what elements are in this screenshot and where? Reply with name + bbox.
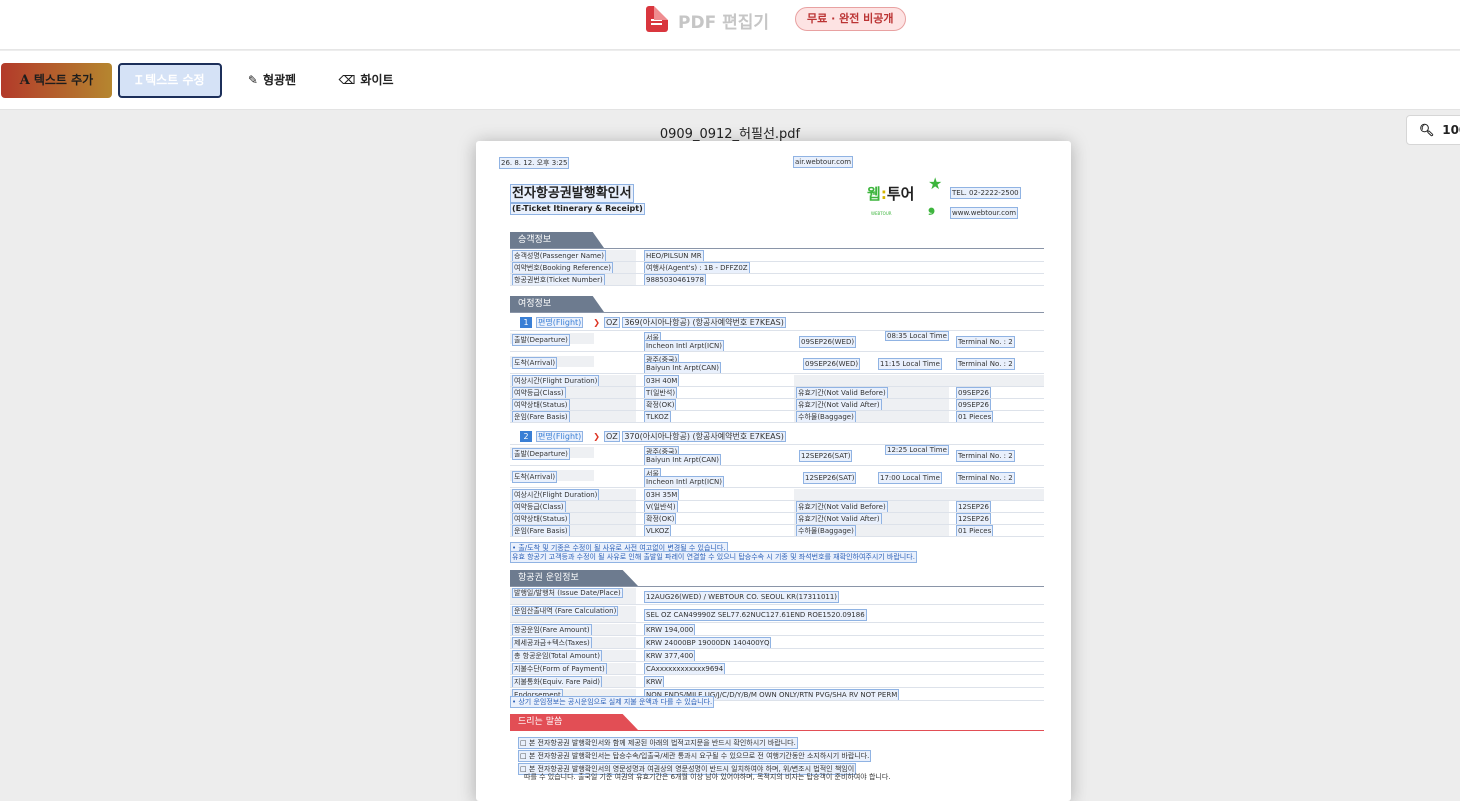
site-url[interactable]: air.webtour.com [793,156,854,168]
row-divider [510,674,1044,675]
brand-logo: 웹:투어 [867,185,915,203]
row-divider [510,661,1044,662]
fare-value[interactable]: SEL OZ CAN49990Z SEL77.62NUC127.61END RO… [644,609,867,621]
departure-label[interactable]: 출발(Departure) [512,448,570,460]
arrival-date[interactable]: 12SEP26(SAT) [803,472,857,484]
airline-code[interactable]: OZ [604,431,620,442]
flight-rule [510,444,1044,445]
notice-2[interactable]: □ 본 전자항공권 발행확인서는 탑승수속/입출국/세관 통과시 요구될 수 있… [518,750,872,762]
airline-icon: ❯ [593,432,600,441]
row-divider [510,373,1044,374]
website[interactable]: www.webtour.com [950,207,1019,219]
row-divider [510,622,1044,623]
label-cell [794,489,1044,500]
privacy-badge: 무료 · 완전 비공개 [795,7,906,31]
arrival-time[interactable]: 17:00 Local Time [878,472,942,484]
flight-info[interactable]: 369(아시아나항공) (항공사예약번호 E7KEAS) [622,317,786,328]
arrival-label[interactable]: 도착(Arrival) [512,357,558,369]
brand-sub: WEBTOUR [871,211,892,216]
eraser-icon: ⌫ [338,73,356,87]
section-itinerary: 여정정보 [510,296,604,312]
brand-dot-icon: ❟ [928,195,936,216]
section-passenger: 승객정보 [510,232,604,248]
pdf-file-icon [646,6,668,32]
row-divider [510,648,1044,649]
arrival-date[interactable]: 09SEP26(WED) [803,358,861,370]
section-notice: 드리는 말씀 [510,714,638,730]
airline-code[interactable]: OZ [604,317,620,328]
departure-date[interactable]: 09SEP26(WED) [799,336,857,348]
flight-head[interactable]: 편명(Flight) [536,317,584,328]
highlighter-button[interactable]: ✎ 형광펜 [232,63,312,98]
app-header: PDF 편집기 무료 · 완전 비공개 [0,0,1460,50]
arrival-terminal[interactable]: Terminal No. : 2 [956,358,1015,370]
departure-date[interactable]: 12SEP26(SAT) [799,450,853,462]
itinerary-note-2[interactable]: 유효 항공기 고객등과 수정이 될 사유로 인해 출발일 파레이 연결할 수 있… [510,551,917,563]
zoom-icon: 🔍︎ [1419,123,1435,137]
flight-header: 1 편명(Flight) ❯ OZ 369(아시아나항공) (항공사예약번호 E7KE… [520,317,786,328]
row-divider [510,604,1044,605]
flight-info[interactable]: 370(아시아나항공) (항공사예약번호 E7KEAS) [622,431,786,442]
row-divider [510,487,1044,488]
arrival-label[interactable]: 도착(Arrival) [512,471,558,483]
star-icon: ★ [928,174,943,193]
file-name: 0909_0912_허필선.pdf [659,127,801,142]
doc-subtitle[interactable]: (E-Ticket Itinerary & Receipt) [510,203,645,215]
whiteout-button[interactable]: ⌫ 화이트 [328,63,404,98]
row-divider [510,687,1044,688]
flight-head[interactable]: 편명(Flight) [536,431,584,442]
departure-terminal[interactable]: Terminal No. : 2 [956,450,1015,462]
fare-note[interactable]: • 상기 운임정보는 공시운임으로 실제 지불 운액과 다를 수 있습니다. [510,696,715,708]
arrival-terminal[interactable]: Terminal No. : 2 [956,472,1015,484]
fare-label[interactable]: 발행일/발행처 (Issue Date/Place) [512,588,623,598]
flight-number-badge: 2 [520,431,532,442]
arrival-time[interactable]: 11:15 Local Time [878,358,942,370]
pdf-page[interactable]: 26. 8. 12. 오후 3:25 air.webtour.com 전자항공권… [476,141,1071,801]
zoom-control[interactable]: 🔍︎100% [1406,115,1460,145]
rule [510,312,1044,313]
label-cell [794,375,1044,386]
row-divider [510,465,1044,466]
fare-value[interactable]: 12AUG26(WED) / WEBTOUR CO. SEOUL KR(1731… [644,591,840,603]
edit-text-button[interactable]: Ɪ 텍스트 수정 [118,63,222,98]
rule [510,248,1044,249]
text-cursor-icon: Ɪ [135,73,143,87]
rule [510,730,1044,731]
toolbar: A 텍스트 추가 Ɪ 텍스트 수정 ✎ 형광펜 ⌫ 화이트 0909_0912_허필선.… [0,51,1460,145]
fare-label[interactable]: 운임산출내역 (Fare Calculation) [512,606,619,616]
text-a-icon: A [19,73,30,88]
rule [510,586,1044,587]
departure-time[interactable]: 08:35 Local Time [885,331,949,341]
flight-number-badge: 1 [520,317,532,328]
departure-time[interactable]: 12:25 Local Time [885,445,949,455]
add-text-button[interactable]: A 텍스트 추가 [1,63,112,98]
print-date[interactable]: 26. 8. 12. 오후 3:25 [499,157,570,169]
row-divider [510,422,1044,423]
row-divider [510,536,1044,537]
notice-3b[interactable]: 따를 수 있습니다. 출국일 기준 여권의 유효기간은 6개월 이상 남아 있어… [524,772,891,782]
airline-icon: ❯ [593,318,600,327]
departure-label[interactable]: 출발(Departure) [512,334,570,346]
notice-1[interactable]: □ 본 전자항공권 발행확인서와 함께 제공된 아래의 법적고지문을 반드시 확… [518,737,798,749]
app-title: PDF 편집기 [678,13,770,33]
tel[interactable]: TEL. 02-2222-2500 [950,187,1021,199]
row-divider [510,351,1044,352]
row-divider [510,285,1044,286]
departure-terminal[interactable]: Terminal No. : 2 [956,336,1015,348]
flight-header: 2 편명(Flight) ❯ OZ 370(아시아나항공) (항공사예약번호 E7KE… [520,431,786,442]
section-fare: 항공권 운임정보 [510,570,638,586]
row-divider [510,635,1044,636]
doc-title[interactable]: 전자항공권발행확인서 [510,184,634,203]
flight-rule [510,330,1044,331]
pen-icon: ✎ [247,73,258,87]
